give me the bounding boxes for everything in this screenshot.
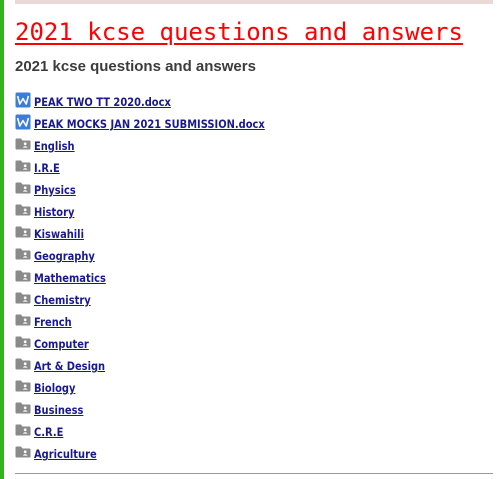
folder-item[interactable]: Physics bbox=[15, 178, 302, 200]
shared-folder-icon[interactable] bbox=[15, 290, 31, 306]
file-item[interactable]: PEAK TWO TT 2020.docx bbox=[15, 90, 302, 112]
word-doc-icon[interactable] bbox=[15, 92, 31, 108]
shared-folder-icon[interactable] bbox=[15, 334, 31, 350]
folder-link[interactable]: Business bbox=[34, 402, 83, 418]
folder-item[interactable]: Geography bbox=[15, 244, 302, 266]
page-title: 2021 kcse questions and answers bbox=[15, 18, 463, 46]
file-link[interactable]: PEAK MOCKS JAN 2021 SUBMISSION.docx bbox=[34, 116, 265, 132]
page-subtitle: 2021 kcse questions and answers bbox=[15, 58, 256, 75]
folder-item[interactable]: Art & Design bbox=[15, 354, 302, 376]
folder-item[interactable]: French bbox=[15, 310, 302, 332]
shared-folder-icon[interactable] bbox=[15, 312, 31, 328]
shared-folder-icon[interactable] bbox=[15, 136, 31, 152]
shared-folder-icon[interactable] bbox=[15, 444, 31, 460]
shared-folder-icon[interactable] bbox=[15, 224, 31, 240]
folder-item[interactable]: Mathematics bbox=[15, 266, 302, 288]
shared-folder-icon[interactable] bbox=[15, 268, 31, 284]
folder-link[interactable]: Physics bbox=[34, 182, 76, 198]
folder-link[interactable]: French bbox=[34, 314, 72, 330]
shared-folder-icon[interactable] bbox=[15, 356, 31, 372]
folder-item[interactable]: Computer bbox=[15, 332, 302, 354]
folder-link[interactable]: Geography bbox=[34, 248, 95, 264]
folder-link[interactable]: Art & Design bbox=[34, 358, 105, 374]
folder-item[interactable]: Biology bbox=[15, 376, 302, 398]
folder-item[interactable]: I.R.E bbox=[15, 156, 302, 178]
folder-item[interactable]: C.R.E bbox=[15, 420, 302, 442]
folder-link[interactable]: Biology bbox=[34, 380, 75, 396]
file-list: PEAK TWO TT 2020.docx PEAK MOCKS JAN 2021… bbox=[15, 90, 302, 464]
shared-folder-icon[interactable] bbox=[15, 202, 31, 218]
folder-link[interactable]: Kiswahili bbox=[34, 226, 84, 242]
shared-folder-icon[interactable] bbox=[15, 180, 31, 196]
folder-link[interactable]: Computer bbox=[34, 336, 89, 352]
folder-item[interactable]: History bbox=[15, 200, 302, 222]
top-divider bbox=[15, 0, 493, 4]
folder-item[interactable]: Kiswahili bbox=[15, 222, 302, 244]
folder-link[interactable]: Mathematics bbox=[34, 270, 106, 286]
folder-item[interactable]: Agriculture bbox=[15, 442, 302, 464]
shared-folder-icon[interactable] bbox=[15, 246, 31, 262]
folder-link[interactable]: I.R.E bbox=[34, 160, 60, 176]
shared-folder-icon[interactable] bbox=[15, 400, 31, 416]
folder-item[interactable]: Business bbox=[15, 398, 302, 420]
folder-item[interactable]: English bbox=[15, 134, 302, 156]
folder-link[interactable]: Agriculture bbox=[34, 446, 97, 462]
bottom-divider bbox=[15, 473, 493, 474]
folder-link[interactable]: English bbox=[34, 138, 75, 154]
folder-link[interactable]: C.R.E bbox=[34, 424, 63, 440]
shared-folder-icon[interactable] bbox=[15, 378, 31, 394]
folder-link[interactable]: Chemistry bbox=[34, 292, 91, 308]
word-doc-icon[interactable] bbox=[15, 114, 31, 130]
folder-link[interactable]: History bbox=[34, 204, 74, 220]
shared-folder-icon[interactable] bbox=[15, 422, 31, 438]
file-link[interactable]: PEAK TWO TT 2020.docx bbox=[34, 94, 171, 110]
shared-folder-icon[interactable] bbox=[15, 158, 31, 174]
accent-bar bbox=[0, 0, 4, 479]
file-item[interactable]: PEAK MOCKS JAN 2021 SUBMISSION.docx bbox=[15, 112, 302, 134]
folder-item[interactable]: Chemistry bbox=[15, 288, 302, 310]
